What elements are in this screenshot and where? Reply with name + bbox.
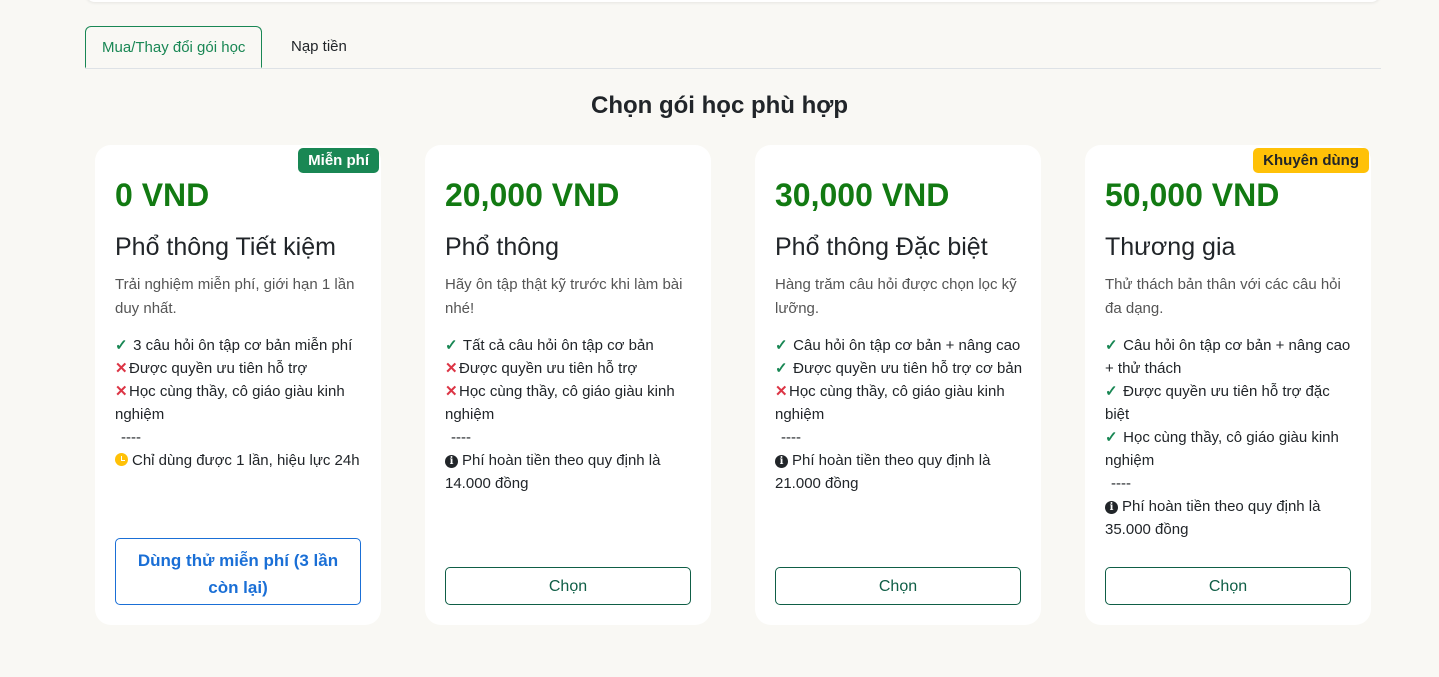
cross-icon: ✕ xyxy=(445,383,458,400)
feature-item: ✓ 3 câu hỏi ôn tập cơ bản miễn phí xyxy=(115,334,365,357)
plan-card-business: Khuyên dùng 50,000 VND Thương gia Thử th… xyxy=(1085,145,1371,625)
plan-title: Phổ thông xyxy=(445,233,559,261)
free-trial-button[interactable]: Dùng thử miễn phí (3 lần còn lại) xyxy=(115,538,361,605)
badge-free: Miễn phí xyxy=(298,148,379,173)
check-icon: ✓ xyxy=(1105,383,1118,400)
plan-description: Thử thách bản thân với các câu hỏi đa dạ… xyxy=(1105,276,1341,317)
feature-list: ✓ Tất cả câu hỏi ôn tập cơ bản ✕Được quy… xyxy=(445,334,695,495)
choose-plan-button[interactable]: Chọn xyxy=(1105,567,1351,605)
feature-item: ✕Học cùng thầy, cô giáo giàu kinh nghiệm xyxy=(775,380,1025,426)
feature-item: ✕Học cùng thầy, cô giáo giàu kinh nghiệm xyxy=(115,380,365,426)
check-icon: ✓ xyxy=(115,337,128,354)
plan-title: Phổ thông Đặc biệt xyxy=(775,233,988,261)
tab-buy-change-plan[interactable]: Mua/Thay đổi gói học xyxy=(85,26,263,68)
separator: ---- xyxy=(121,429,141,446)
plan-description: Hãy ôn tập thật kỹ trước khi làm bài nhé… xyxy=(445,276,683,317)
plan-price: 30,000 VND xyxy=(775,177,950,213)
check-icon: ✓ xyxy=(1105,337,1118,354)
check-icon: ✓ xyxy=(1105,429,1118,446)
plan-price: 20,000 VND xyxy=(445,177,620,213)
feature-item: ✕Học cùng thầy, cô giáo giàu kinh nghiệm xyxy=(445,380,695,426)
feature-item: i Phí hoàn tiền theo quy định là 35.000 đ… xyxy=(1105,498,1321,538)
plan-card-standard: 20,000 VND Phổ thông Hãy ôn tập thật kỹ … xyxy=(425,145,711,625)
feature-list: ✓ 3 câu hỏi ôn tập cơ bản miễn phí ✕Được… xyxy=(115,334,365,472)
separator: ---- xyxy=(1111,475,1131,492)
check-icon: ✓ xyxy=(775,337,788,354)
choose-plan-button[interactable]: Chọn xyxy=(775,567,1021,605)
tab-bar: Mua/Thay đổi gói học Nạp tiền xyxy=(85,26,1381,69)
cross-icon: ✕ xyxy=(445,360,458,377)
feature-item: ✓ Được quyền ưu tiên hỗ trợ cơ bản xyxy=(775,357,1025,380)
info-icon: i xyxy=(775,455,788,468)
tab-top-up[interactable]: Nạp tiền xyxy=(275,26,363,67)
feature-list: ✓ Câu hỏi ôn tập cơ bản + nâng cao ✓ Đượ… xyxy=(775,334,1025,495)
plan-card-special: 30,000 VND Phổ thông Đặc biệt Hàng trăm … xyxy=(755,145,1041,625)
info-icon: i xyxy=(445,455,458,468)
plan-description: Trải nghiệm miễn phí, giới hạn 1 lần duy… xyxy=(115,276,355,317)
cross-icon: ✕ xyxy=(115,360,128,377)
check-icon: ✓ xyxy=(775,360,788,377)
separator: ---- xyxy=(781,429,801,446)
badge-recommended: Khuyên dùng xyxy=(1253,148,1369,173)
feature-item: ✓ Câu hỏi ôn tập cơ bản + nâng cao + thử… xyxy=(1105,334,1355,380)
feature-list: ✓ Câu hỏi ôn tập cơ bản + nâng cao + thử… xyxy=(1105,334,1355,541)
cross-icon: ✕ xyxy=(775,383,788,400)
clock-icon xyxy=(115,453,128,466)
feature-item: ✓ Câu hỏi ôn tập cơ bản + nâng cao xyxy=(775,334,1025,357)
page-title: Chọn gói học phù hợp xyxy=(590,92,848,119)
check-icon: ✓ xyxy=(445,337,458,354)
plan-title: Phổ thông Tiết kiệm xyxy=(115,233,336,261)
top-panel xyxy=(85,0,1381,2)
feature-item: ✓ Tất cả câu hỏi ôn tập cơ bản xyxy=(445,334,695,357)
cross-icon: ✕ xyxy=(115,383,128,400)
choose-plan-button[interactable]: Chọn xyxy=(445,567,691,605)
info-icon: i xyxy=(1105,501,1118,514)
feature-item: ✓ Được quyền ưu tiên hỗ trợ đặc biệt xyxy=(1105,380,1355,426)
plan-price: 50,000 VND xyxy=(1105,177,1280,213)
feature-item: i Phí hoàn tiền theo quy định là 21.000 đ… xyxy=(775,452,991,492)
feature-item: ✓ Học cùng thầy, cô giáo giàu kinh nghiệ… xyxy=(1105,426,1355,472)
plan-price: 0 VND xyxy=(115,177,210,213)
feature-item: ✕Được quyền ưu tiên hỗ trợ xyxy=(445,357,695,380)
feature-item: i Phí hoàn tiền theo quy định là 14.000 đ… xyxy=(445,452,661,492)
feature-item: ✕Được quyền ưu tiên hỗ trợ xyxy=(115,357,365,380)
separator: ---- xyxy=(451,429,471,446)
plan-description: Hàng trăm câu hỏi được chọn lọc kỹ lưỡng… xyxy=(775,276,1017,317)
plan-title: Thương gia xyxy=(1105,233,1236,261)
plan-card-economy: Miễn phí 0 VND Phổ thông Tiết kiệm Trải … xyxy=(95,145,381,625)
feature-item: Chỉ dùng được 1 lần, hiệu lực 24h xyxy=(115,449,365,472)
